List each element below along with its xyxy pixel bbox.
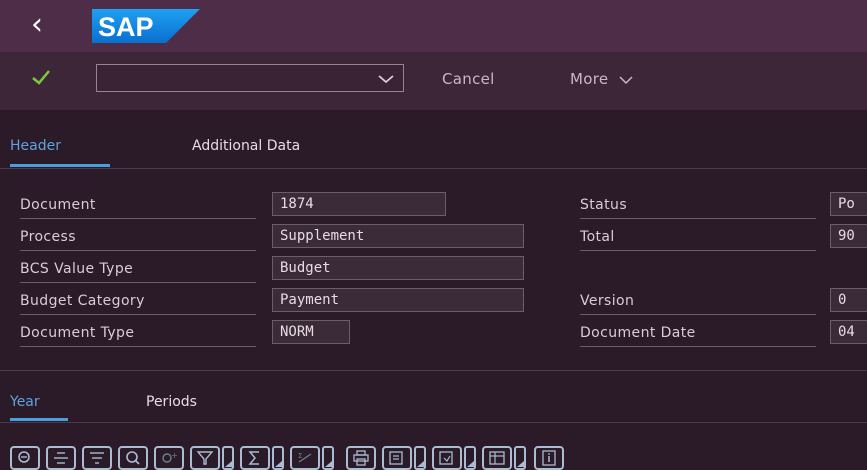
action-toolbar: Cancel More — [0, 52, 867, 110]
document-type-field[interactable]: NORM — [272, 320, 350, 344]
budget-category-label: Budget Category — [20, 288, 256, 315]
find-next-button[interactable]: + — [154, 446, 184, 470]
print-button[interactable] — [346, 446, 376, 470]
search-row-icon — [18, 451, 30, 463]
print-icon — [353, 450, 369, 466]
process-label: Process — [20, 224, 256, 251]
logo-text: SAP — [98, 12, 154, 42]
status-field[interactable]: Po — [830, 192, 867, 216]
cancel-button[interactable]: Cancel — [442, 70, 495, 88]
bcs-value-type-field[interactable]: Budget — [272, 256, 524, 280]
status-label: Status — [580, 192, 816, 219]
find-icon — [126, 451, 140, 465]
view-button[interactable] — [482, 446, 512, 470]
dropdown-corner-icon — [417, 461, 424, 467]
layout-button[interactable] — [432, 446, 462, 470]
filter-lines-icon — [90, 452, 104, 464]
total-field[interactable]: 90 — [830, 224, 867, 248]
tab-year[interactable]: Year — [10, 394, 40, 410]
find-button[interactable] — [118, 446, 148, 470]
tab-periods[interactable]: Periods — [146, 394, 197, 410]
active-tab-indicator — [10, 418, 68, 421]
header-form: Document 1874 Process Supplement BCS Val… — [0, 170, 867, 370]
dropdown-corner-icon — [325, 461, 332, 467]
filter-lines-button[interactable] — [82, 446, 112, 470]
svg-text:+: + — [171, 451, 178, 460]
more-button[interactable]: More — [570, 70, 633, 88]
section-divider — [0, 370, 867, 371]
layout-icon — [439, 451, 453, 465]
info-icon — [542, 450, 556, 466]
filter-icon — [196, 451, 214, 465]
document-date-field[interactable]: 04 — [830, 320, 867, 344]
export-icon — [389, 451, 403, 465]
info-button[interactable] — [534, 446, 564, 470]
chevron-down-icon — [378, 75, 394, 84]
subtotal-icon: Σ — [298, 452, 312, 463]
document-date-label: Document Date — [580, 320, 816, 347]
confirm-button[interactable] — [30, 66, 56, 92]
search-row-button[interactable] — [10, 446, 40, 470]
document-label: Document — [20, 192, 256, 219]
chevron-down-icon — [619, 75, 633, 84]
dropdown-corner-icon — [467, 461, 474, 467]
dropdown-corner-icon — [275, 461, 282, 467]
shell-bar: ‹ SAP — [0, 0, 867, 52]
export-dropdown[interactable] — [414, 446, 426, 470]
detail-tabbar: Year Periods — [0, 386, 867, 423]
version-label: Version — [580, 288, 816, 315]
sum-dropdown[interactable] — [272, 446, 284, 470]
more-label: More — [570, 70, 609, 88]
chevron-left-icon: ‹ — [31, 7, 43, 42]
process-field[interactable]: Supplement — [272, 224, 524, 248]
svg-text:Σ: Σ — [298, 452, 302, 460]
document-field[interactable]: 1874 — [272, 192, 446, 216]
sap-logo: SAP — [92, 9, 200, 43]
tab-header[interactable]: Header — [10, 138, 61, 154]
budget-category-field[interactable]: Payment — [272, 288, 524, 312]
version-field[interactable]: 0 — [830, 288, 867, 312]
subtotal-button[interactable]: Σ — [290, 446, 320, 470]
export-button[interactable] — [382, 446, 412, 470]
align-center-icon — [54, 452, 68, 464]
filter-dropdown[interactable] — [222, 446, 234, 470]
active-tab-indicator — [10, 164, 110, 167]
filter-button[interactable] — [190, 446, 220, 470]
total-label: Total — [580, 224, 816, 251]
header-tabbar: Header Additional Data — [0, 128, 867, 169]
find-next-icon: + — [162, 451, 178, 463]
view-dropdown[interactable] — [514, 446, 526, 470]
view-icon — [489, 451, 505, 465]
document-type-label: Document Type — [20, 320, 256, 347]
sum-icon — [248, 451, 259, 465]
tab-additional-data[interactable]: Additional Data — [192, 138, 300, 154]
bcs-value-type-label: BCS Value Type — [20, 256, 256, 283]
back-button[interactable]: ‹ — [22, 8, 52, 42]
sum-button[interactable] — [240, 446, 270, 470]
dropdown-corner-icon — [517, 461, 524, 467]
checkmark-icon — [32, 70, 50, 85]
dropdown-corner-icon — [225, 461, 232, 467]
subtotal-dropdown[interactable] — [322, 446, 334, 470]
align-center-button[interactable] — [46, 446, 76, 470]
layout-dropdown[interactable] — [464, 446, 476, 470]
variant-select[interactable] — [96, 64, 404, 92]
